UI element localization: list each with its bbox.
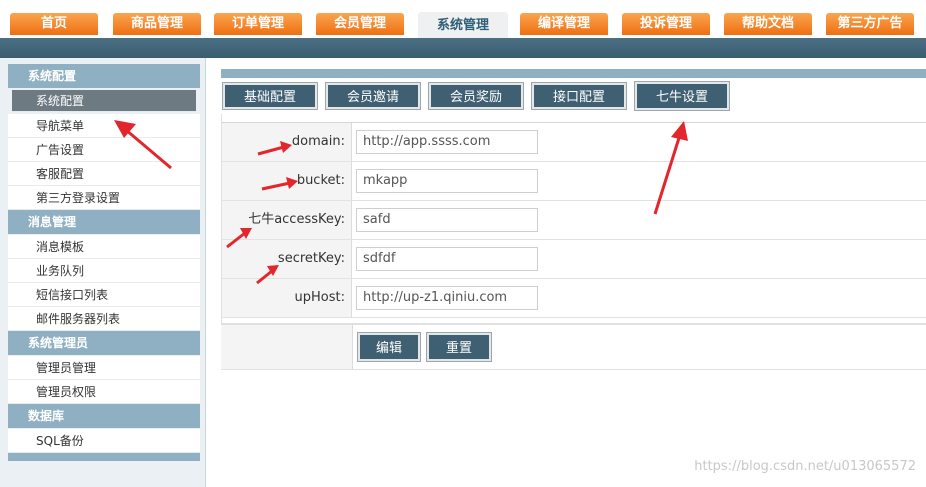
nav-tab-system[interactable]: 系统管理 xyxy=(418,12,508,38)
sidebar-item-nav-menu[interactable]: 导航菜单 xyxy=(8,114,200,138)
sidebar-group-next xyxy=(8,453,200,461)
form-row-secret-key: secretKey: sdfdf xyxy=(221,240,926,279)
secret-key-input[interactable]: sdfdf xyxy=(356,247,538,271)
sidebar-item-message-templates[interactable]: 消息模板 xyxy=(8,235,200,259)
nav-tab-compile[interactable]: 编译管理 xyxy=(520,13,608,35)
sidebar: 系统配置 系统配置 导航菜单 广告设置 客服配置 第三方登录设置 消息管理 消息… xyxy=(0,58,206,487)
sidebar-item-system-config[interactable]: 系统配置 xyxy=(12,90,196,112)
access-key-label: 七牛accessKey: xyxy=(221,201,352,239)
sidebar-group-database[interactable]: 数据库 xyxy=(8,404,200,428)
tab-basic-config[interactable]: 基础配置 xyxy=(222,82,318,110)
form-row-access-key: 七牛accessKey: safd xyxy=(221,201,926,240)
content-header-strip xyxy=(221,69,926,78)
sidebar-item-admin-management[interactable]: 管理员管理 xyxy=(8,356,200,380)
nav-tab-complaints[interactable]: 投诉管理 xyxy=(622,13,710,35)
sidebar-item-third-party-login[interactable]: 第三方登录设置 xyxy=(8,186,200,210)
nav-tab-products[interactable]: 商品管理 xyxy=(113,13,201,35)
access-key-input[interactable]: safd xyxy=(356,208,538,232)
secret-key-label: secretKey: xyxy=(221,240,352,278)
tab-qiniu-settings[interactable]: 七牛设置 xyxy=(634,81,730,111)
tab-member-invite[interactable]: 会员邀请 xyxy=(325,82,421,110)
sidebar-item-business-queue[interactable]: 业务队列 xyxy=(8,259,200,283)
sidebar-item-sms-interfaces[interactable]: 短信接口列表 xyxy=(8,283,200,307)
form-actions-label-cell xyxy=(221,325,353,369)
form-row-domain: domain: http://app.ssss.com xyxy=(221,123,926,162)
form-actions-row: 编辑 重置 xyxy=(221,323,926,370)
main-content: 基础配置 会员邀请 会员奖励 接口配置 七牛设置 xyxy=(221,69,926,114)
reset-button[interactable]: 重置 xyxy=(426,332,492,362)
nav-tab-members[interactable]: 会员管理 xyxy=(316,13,404,35)
nav-tab-third-party-ads[interactable]: 第三方广告 xyxy=(826,13,914,35)
sidebar-item-admin-permissions[interactable]: 管理员权限 xyxy=(8,380,200,404)
form-row-bucket: bucket: mkapp xyxy=(221,162,926,201)
domain-input[interactable]: http://app.ssss.com xyxy=(356,130,538,154)
sub-tabs: 基础配置 会员邀请 会员奖励 接口配置 七牛设置 xyxy=(221,78,926,114)
bucket-input[interactable]: mkapp xyxy=(356,169,538,193)
watermark: https://blog.csdn.net/u013065572 xyxy=(694,459,916,474)
bucket-label: bucket: xyxy=(221,162,352,200)
sidebar-group-messages[interactable]: 消息管理 xyxy=(8,210,200,234)
header-band xyxy=(0,38,926,58)
nav-tab-help[interactable]: 帮助文档 xyxy=(724,13,812,35)
sidebar-group-admins[interactable]: 系统管理员 xyxy=(8,331,200,355)
sidebar-item-ad-settings[interactable]: 广告设置 xyxy=(8,138,200,162)
nav-tab-home[interactable]: 首页 xyxy=(10,13,98,35)
uphost-label: upHost: xyxy=(221,279,352,317)
qiniu-settings-form: domain: http://app.ssss.com bucket: mkap… xyxy=(221,122,926,318)
edit-button[interactable]: 编辑 xyxy=(357,332,421,362)
sidebar-item-mail-servers[interactable]: 邮件服务器列表 xyxy=(8,307,200,331)
sidebar-item-customer-service[interactable]: 客服配置 xyxy=(8,162,200,186)
top-nav: 首页 商品管理 订单管理 会员管理 系统管理 编译管理 投诉管理 帮助文档 第三… xyxy=(0,0,926,38)
sidebar-item-sql-backup[interactable]: SQL备份 xyxy=(8,429,200,453)
sidebar-group-system-config[interactable]: 系统配置 xyxy=(8,64,200,88)
tab-member-reward[interactable]: 会员奖励 xyxy=(428,82,524,110)
domain-label: domain: xyxy=(221,123,352,161)
uphost-input[interactable]: http://up-z1.qiniu.com xyxy=(356,286,538,310)
form-row-uphost: upHost: http://up-z1.qiniu.com xyxy=(221,279,926,318)
tab-interface-config[interactable]: 接口配置 xyxy=(531,82,627,110)
nav-tab-orders[interactable]: 订单管理 xyxy=(214,13,302,35)
